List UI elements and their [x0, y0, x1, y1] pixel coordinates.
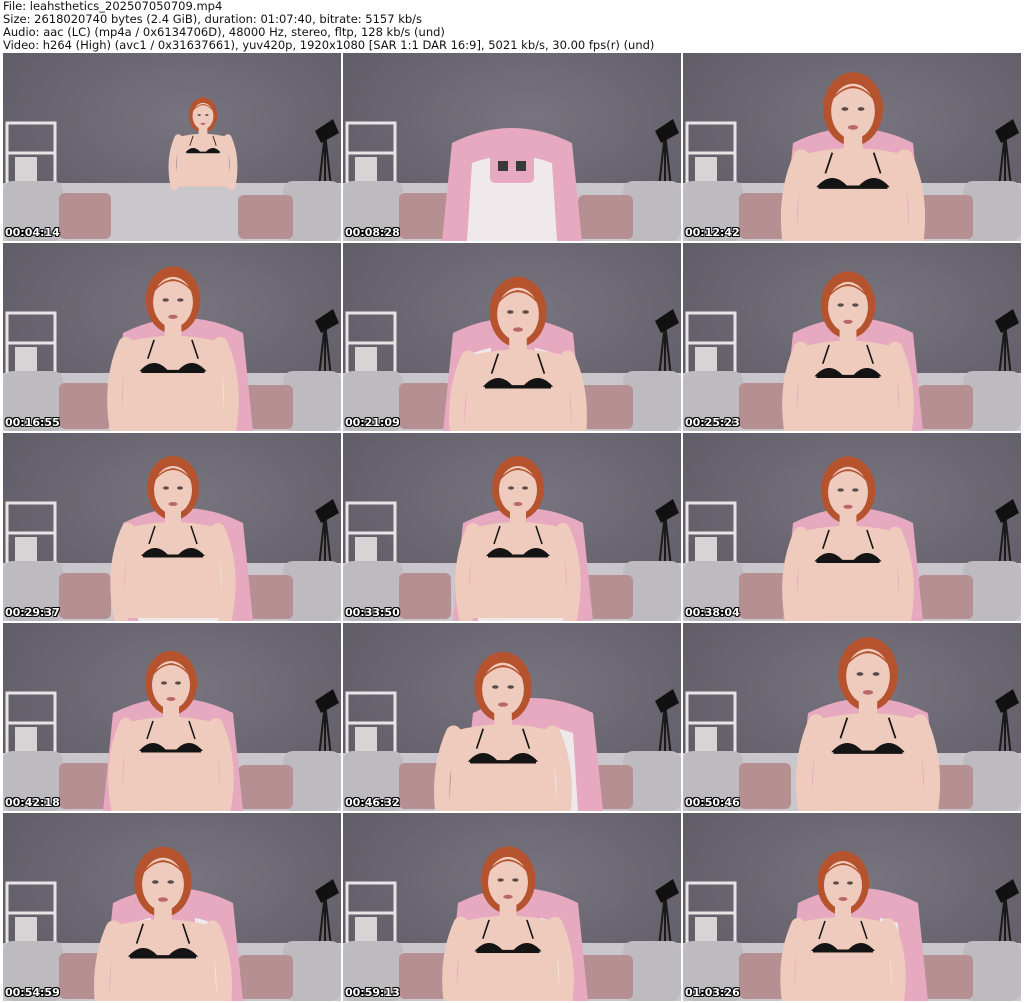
thumbnail-timestamp: 00:38:04 [685, 606, 740, 619]
thumbnail-timestamp: 00:04:14 [5, 226, 60, 239]
thumbnail-timestamp: 01:03:26 [685, 986, 740, 999]
video-thumbnail: 00:16:55 [3, 243, 341, 431]
video-info-line: Video: h264 (High) (avc1 / 0x31637661), … [3, 38, 655, 52]
video-thumbnail: 00:59:13 [343, 813, 681, 1001]
video-thumbnail: 00:25:23 [683, 243, 1021, 431]
thumbnail-timestamp: 00:54:59 [5, 986, 60, 999]
thumbnail-frame-image [343, 53, 681, 241]
thumbnail-frame-image [683, 243, 1021, 431]
thumbnail-frame-image [343, 623, 681, 811]
video-thumbnail: 00:33:50 [343, 433, 681, 621]
thumbnail-grid: 00:04:14 00:08:28 00:12:42 00:16:55 00:21:09… [3, 53, 1021, 1003]
thumbnail-timestamp: 00:25:23 [685, 416, 740, 429]
thumbnail-timestamp: 00:29:37 [5, 606, 60, 619]
thumbnail-frame-image [3, 53, 341, 241]
thumbnail-frame-image [343, 243, 681, 431]
thumbnail-timestamp: 00:33:50 [345, 606, 400, 619]
video-thumbnail: 01:03:26 [683, 813, 1021, 1001]
thumbnail-timestamp: 00:21:09 [345, 416, 400, 429]
thumbnail-timestamp: 00:50:46 [685, 796, 740, 809]
video-thumbnail: 00:12:42 [683, 53, 1021, 241]
thumbnail-frame-image [3, 243, 341, 431]
thumbnail-frame-image [683, 623, 1021, 811]
video-thumbnail: 00:08:28 [343, 53, 681, 241]
video-thumbnail: 00:46:32 [343, 623, 681, 811]
thumbnail-frame-image [683, 53, 1021, 241]
thumbnail-timestamp: 00:08:28 [345, 226, 400, 239]
thumbnail-frame-image [343, 433, 681, 621]
video-thumbnail: 00:54:59 [3, 813, 341, 1001]
video-thumbnail: 00:50:46 [683, 623, 1021, 811]
thumbnail-frame-image [3, 623, 341, 811]
file-info-header: File: leahsthetics_202507050709.mp4 Size… [3, 0, 1021, 52]
video-thumbnail: 00:29:37 [3, 433, 341, 621]
thumbnail-frame-image [343, 813, 681, 1001]
thumbnail-frame-image [3, 433, 341, 621]
video-thumbnail: 00:21:09 [343, 243, 681, 431]
thumbnail-timestamp: 00:42:18 [5, 796, 60, 809]
thumbnail-frame-image [683, 433, 1021, 621]
gaming-chair [442, 128, 582, 241]
thumbnail-frame-image [3, 813, 341, 1001]
thumbnail-timestamp: 00:16:55 [5, 416, 60, 429]
video-thumbnail: 00:04:14 [3, 53, 341, 241]
thumbnail-frame-image [683, 813, 1021, 1001]
thumbnail-timestamp: 00:12:42 [685, 226, 740, 239]
thumbnail-timestamp: 00:59:13 [345, 986, 400, 999]
thumbnail-timestamp: 00:46:32 [345, 796, 400, 809]
video-thumbnail: 00:42:18 [3, 623, 341, 811]
video-thumbnail: 00:38:04 [683, 433, 1021, 621]
